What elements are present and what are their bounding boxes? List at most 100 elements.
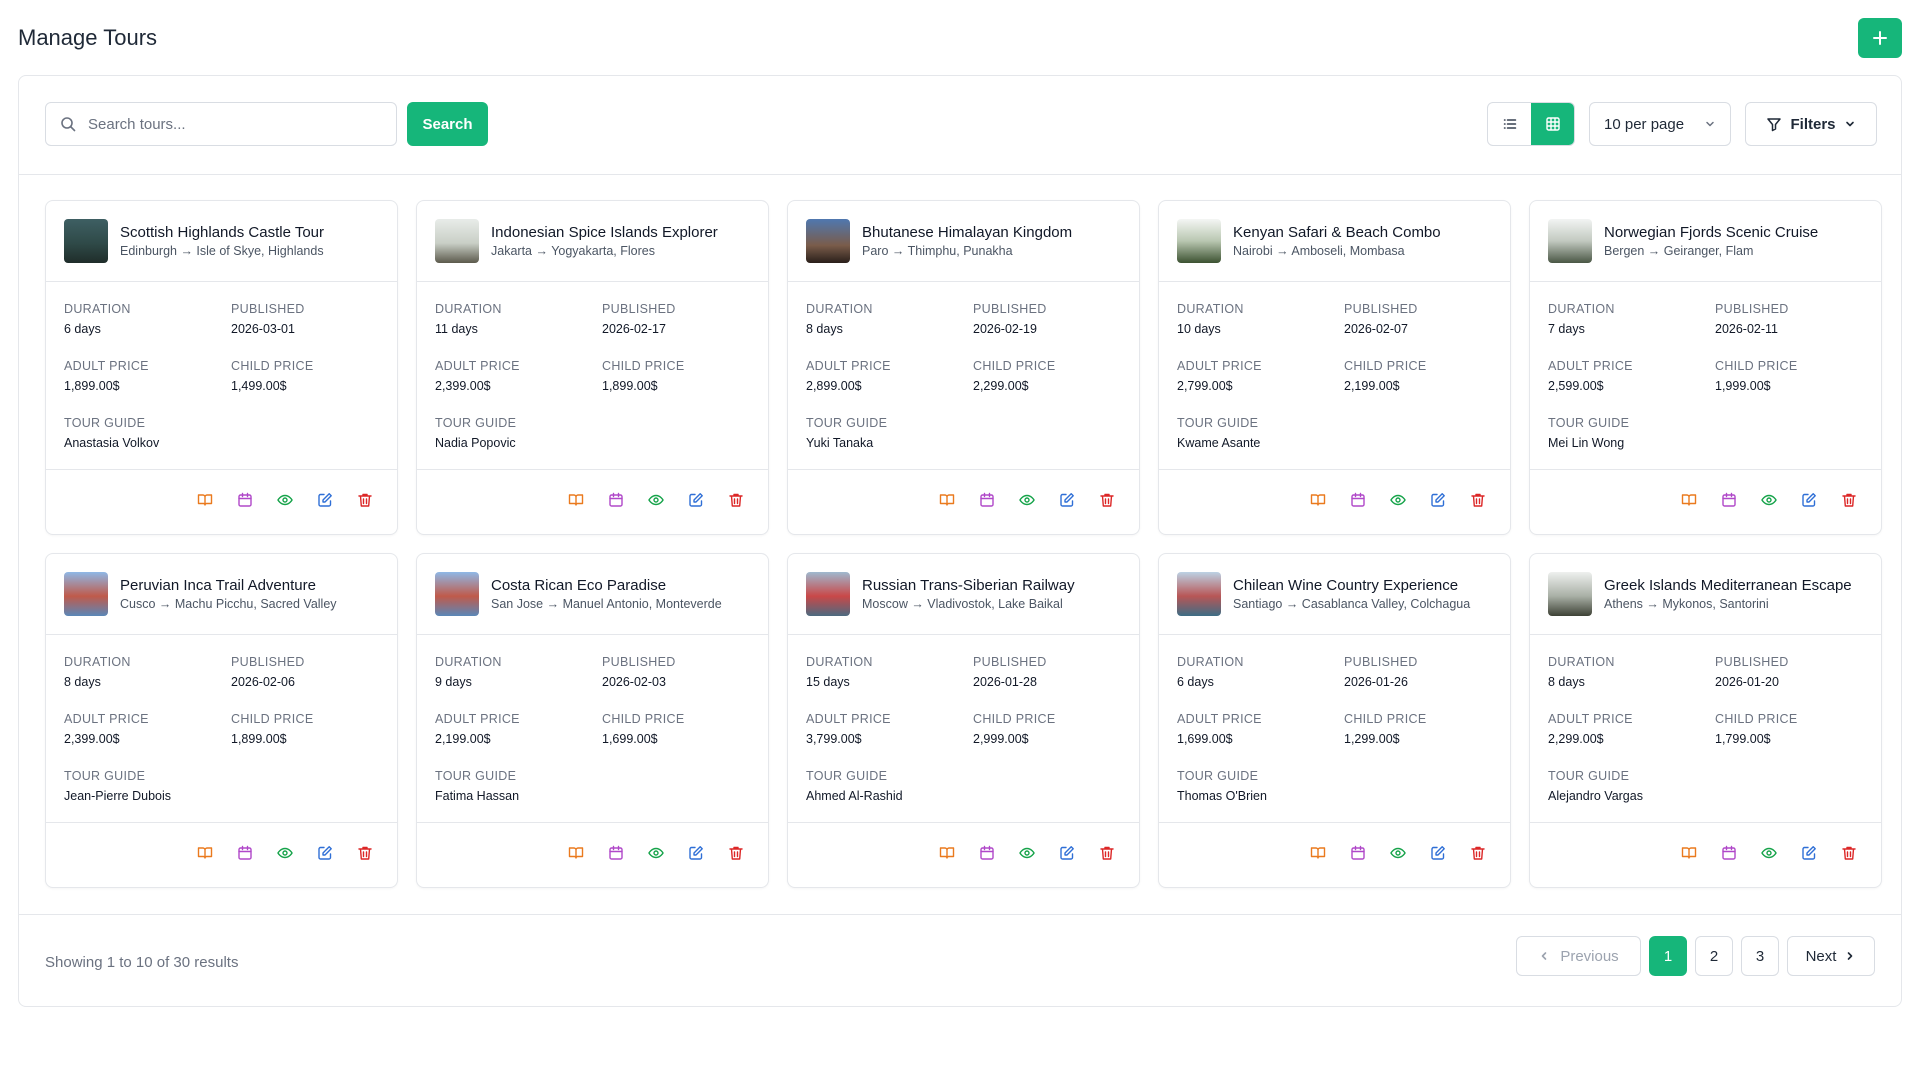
filters-button[interactable]: Filters [1745,102,1877,146]
grid-icon [1545,117,1560,131]
tour-card-header[interactable]: Norwegian Fjords Scenic Cruise Bergen → … [1530,201,1881,282]
tour-card-header[interactable]: Peruvian Inca Trail Adventure Cusco → Ma… [46,554,397,635]
trash-button[interactable] [355,845,375,865]
adult-price-value: 3,799.00$ [806,732,862,746]
trash-button[interactable] [355,492,375,512]
search-box[interactable] [45,102,397,146]
tour-guide-value: Kwame Asante [1177,436,1261,450]
eye-button[interactable] [1388,492,1408,512]
book-button[interactable] [1308,845,1328,865]
book-button[interactable] [937,845,957,865]
edit-button[interactable] [315,492,335,512]
tour-thumbnail [806,219,850,263]
eye-button[interactable] [646,845,666,865]
duration-label: DURATION [806,655,873,669]
edit-button[interactable] [686,492,706,512]
tour-details: DURATION 7 days PUBLISHED 2026-02-11 ADULT… [1530,282,1881,470]
edit-button[interactable] [1057,845,1077,865]
tour-card-header[interactable]: Kenyan Safari & Beach Combo Nairobi → Am… [1159,201,1510,282]
trash-button[interactable] [1097,845,1117,865]
chevron-down-icon [1845,121,1854,127]
eye-button[interactable] [1388,845,1408,865]
previous-button[interactable]: Previous [1516,936,1641,976]
calendar-button[interactable] [235,492,255,512]
adult-price-label: ADULT PRICE [806,359,891,373]
calendar-button[interactable] [1719,845,1739,865]
tour-card-header[interactable]: Bhutanese Himalayan Kingdom Paro → Thimp… [788,201,1139,282]
list-view-button[interactable] [1488,103,1531,145]
eye-button[interactable] [1759,492,1779,512]
page-button-1[interactable]: 1 [1649,936,1687,976]
published-value: 2026-02-17 [602,322,666,336]
eye-button[interactable] [1017,492,1037,512]
book-button[interactable] [1679,492,1699,512]
book-button[interactable] [566,845,586,865]
calendar-button[interactable] [1719,492,1739,512]
trash-button[interactable] [1839,492,1859,512]
eye-button[interactable] [1759,845,1779,865]
per-page-select[interactable]: 10 per page [1589,102,1731,146]
page-button-3[interactable]: 3 [1741,936,1779,976]
grid-view-button[interactable] [1531,103,1574,145]
edit-button[interactable] [315,845,335,865]
book-button[interactable] [1679,845,1699,865]
tour-card-header[interactable]: Scottish Highlands Castle Tour Edinburgh… [46,201,397,282]
edit-button[interactable] [1428,845,1448,865]
results-summary: Showing 1 to 10 of 30 results [45,954,239,971]
toolbar: Search 10 per page Filters [19,76,1901,175]
tour-title: Costa Rican Eco Paradise [491,577,667,594]
trash-button[interactable] [1839,845,1859,865]
calendar-button[interactable] [1348,492,1368,512]
search-input[interactable] [88,115,368,133]
duration-label: DURATION [806,302,873,316]
calendar-button[interactable] [606,845,626,865]
trash-button[interactable] [726,845,746,865]
published-label: PUBLISHED [1715,655,1789,669]
book-button[interactable] [195,845,215,865]
adult-price-value: 2,399.00$ [435,379,491,393]
book-button[interactable] [195,492,215,512]
calendar-button[interactable] [235,845,255,865]
search-button[interactable]: Search [407,102,488,146]
adult-price-label: ADULT PRICE [435,712,520,726]
trash-button[interactable] [1468,845,1488,865]
tour-title: Russian Trans-Siberian Railway [862,577,1075,594]
add-tour-button[interactable] [1858,18,1902,58]
eye-button[interactable] [646,492,666,512]
trash-icon [357,845,373,866]
eye-button[interactable] [1017,845,1037,865]
tour-card-header[interactable]: Greek Islands Mediterranean Escape Athen… [1530,554,1881,635]
edit-button[interactable] [1799,492,1819,512]
book-button[interactable] [937,492,957,512]
edit-button[interactable] [1799,845,1819,865]
child-price-value: 1,899.00$ [602,379,658,393]
edit-icon [1430,845,1446,866]
page-button-2[interactable]: 2 [1695,936,1733,976]
calendar-button[interactable] [1348,845,1368,865]
trash-button[interactable] [726,492,746,512]
trash-button[interactable] [1468,492,1488,512]
tour-card-header[interactable]: Indonesian Spice Islands Explorer Jakart… [417,201,768,282]
eye-button[interactable] [275,492,295,512]
book-button[interactable] [566,492,586,512]
plus-icon [1873,31,1887,45]
calendar-button[interactable] [977,845,997,865]
calendar-button[interactable] [606,492,626,512]
edit-button[interactable] [1057,492,1077,512]
child-price-label: CHILD PRICE [1715,359,1798,373]
edit-button[interactable] [686,845,706,865]
trash-icon [357,492,373,513]
calendar-button[interactable] [977,492,997,512]
tour-card-header[interactable]: Costa Rican Eco Paradise San Jose → Manu… [417,554,768,635]
tour-card-header[interactable]: Chilean Wine Country Experience Santiago… [1159,554,1510,635]
child-price-value: 1,799.00$ [1715,732,1771,746]
child-price-value: 1,999.00$ [1715,379,1771,393]
next-button[interactable]: Next [1787,936,1875,976]
tour-card-header[interactable]: Russian Trans-Siberian Railway Moscow → … [788,554,1139,635]
trash-button[interactable] [1097,492,1117,512]
eye-button[interactable] [275,845,295,865]
eye-icon [648,845,664,866]
filter-icon [1767,118,1782,132]
edit-button[interactable] [1428,492,1448,512]
book-button[interactable] [1308,492,1328,512]
